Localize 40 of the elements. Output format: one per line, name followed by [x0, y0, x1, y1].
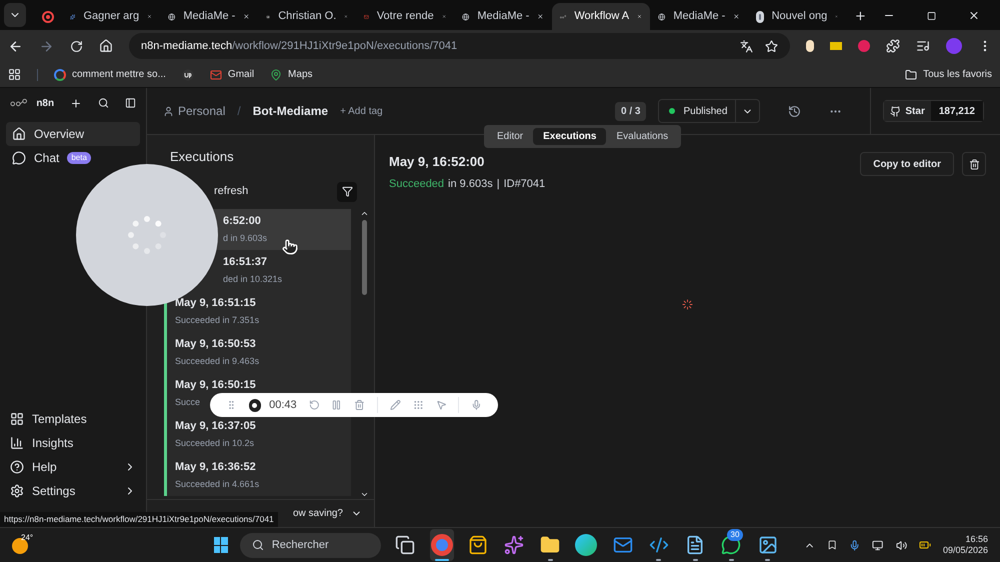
counter-badge: 0 / 3 [615, 102, 646, 120]
url-path: /workflow/291HJ1iXtr9e1poN/executions/7041 [232, 40, 458, 52]
tab-title: Workflow A [574, 9, 630, 24]
tab-title: MediaMe - [673, 9, 726, 24]
recording-timer: 00:43 [269, 398, 297, 413]
tab-title: Christian O. [278, 9, 336, 24]
status-text: Succeeded [389, 176, 444, 192]
tab-title: Nouvel ong [772, 9, 828, 24]
execution-id: ID#7041 [504, 176, 546, 192]
execution-title: May 9, 16:52:00 [389, 153, 486, 171]
executions-title: Executions [169, 148, 234, 166]
execution-time: May 9, 16:36:52 [175, 460, 256, 475]
tab-title: Votre rende [376, 9, 434, 24]
execution-time: 16:51:37 [223, 255, 268, 270]
url-host: n8n-mediame.tech [141, 40, 232, 52]
execution-time: 6:52:00 [223, 214, 261, 229]
execution-status: Succeeded in 9.463s [175, 354, 260, 368]
notification-badge: 30 [726, 529, 744, 541]
beta-badge: beta [67, 152, 91, 164]
execution-time: May 9, 16:51:15 [175, 296, 256, 311]
footer-hint: ow saving? [292, 507, 343, 521]
temperature: 24° [21, 532, 34, 544]
execution-status: Succeeded in 10.2s [175, 436, 254, 450]
execution-time: May 9, 16:37:05 [175, 419, 256, 434]
tab-title: MediaMe - [183, 9, 236, 24]
breadcrumb-separator: / [237, 103, 241, 120]
tab-title: Gagner arg [83, 9, 140, 24]
brand-name: n8n [36, 96, 54, 110]
tab-title: MediaMe - [477, 9, 530, 24]
duration-text: in 9.603s [448, 176, 493, 192]
execution-status: Succeeded in 7.351s [175, 314, 260, 326]
execution-status: Succe [175, 396, 200, 408]
execution-time: May 9, 16:50:15 [175, 378, 256, 393]
execution-status: Succeeded in 4.661s [175, 478, 260, 490]
execution-status: d in 9.603s [223, 232, 268, 244]
separator-text: | [496, 176, 500, 192]
execution-time: May 9, 16:50:53 [175, 337, 256, 352]
execution-status: ded in 10.321s [223, 272, 282, 286]
status-url-tooltip: https://n8n-mediame.tech/workflow/291HJ1iXtr9e1poN/executions/7041 [0, 512, 278, 527]
auto-refresh-label: refresh [214, 184, 250, 200]
